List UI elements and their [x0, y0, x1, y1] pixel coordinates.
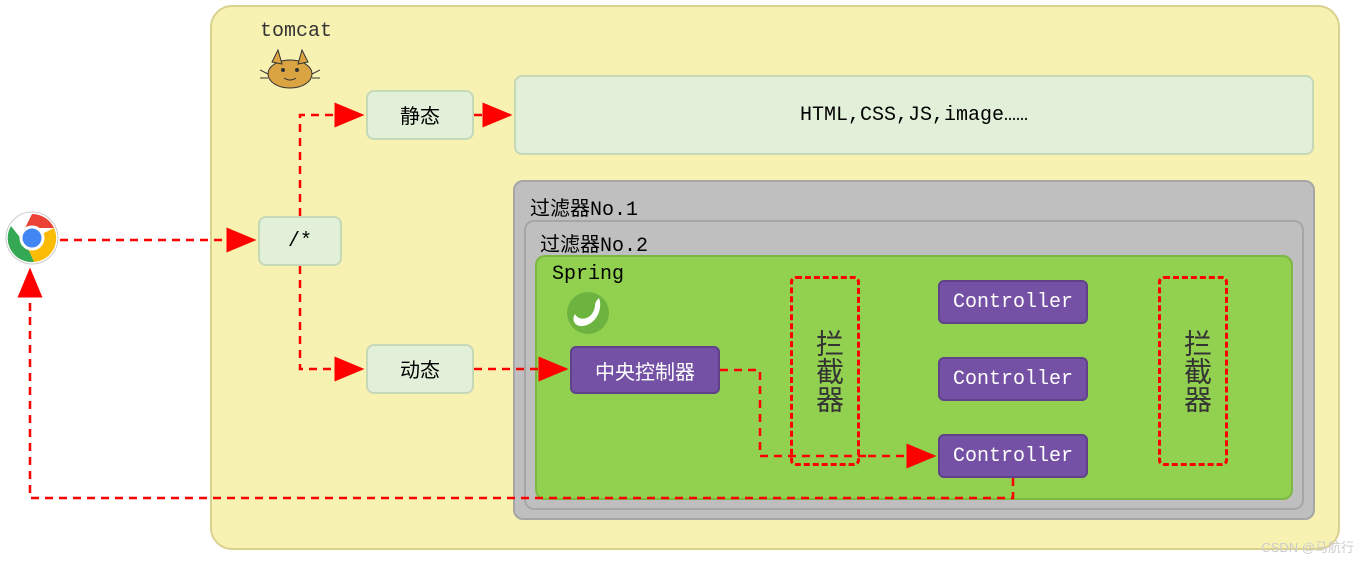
static-node: 静态 [366, 90, 474, 140]
filter-1-label: 过滤器No.1 [530, 192, 638, 222]
spring-logo-icon [565, 290, 611, 341]
wildcard-node: /* [258, 216, 342, 266]
controller-3: Controller [938, 434, 1088, 478]
tomcat-label: tomcat [260, 20, 332, 43]
static-content-box: HTML,CSS,JS,image…… [514, 75, 1314, 155]
central-controller: 中央控制器 [570, 346, 720, 394]
watermark: CSDN @马航行 [1261, 537, 1354, 556]
controller-1: Controller [938, 280, 1088, 324]
controller-2: Controller [938, 357, 1088, 401]
chrome-browser-icon [4, 210, 60, 271]
interceptor-2: 拦截器 [1158, 276, 1228, 466]
dynamic-node: 动态 [366, 344, 474, 394]
filter-2-label: 过滤器No.2 [540, 228, 648, 258]
interceptor-1: 拦截器 [790, 276, 860, 466]
spring-label: Spring [552, 263, 624, 286]
tomcat-logo-icon [260, 48, 320, 97]
